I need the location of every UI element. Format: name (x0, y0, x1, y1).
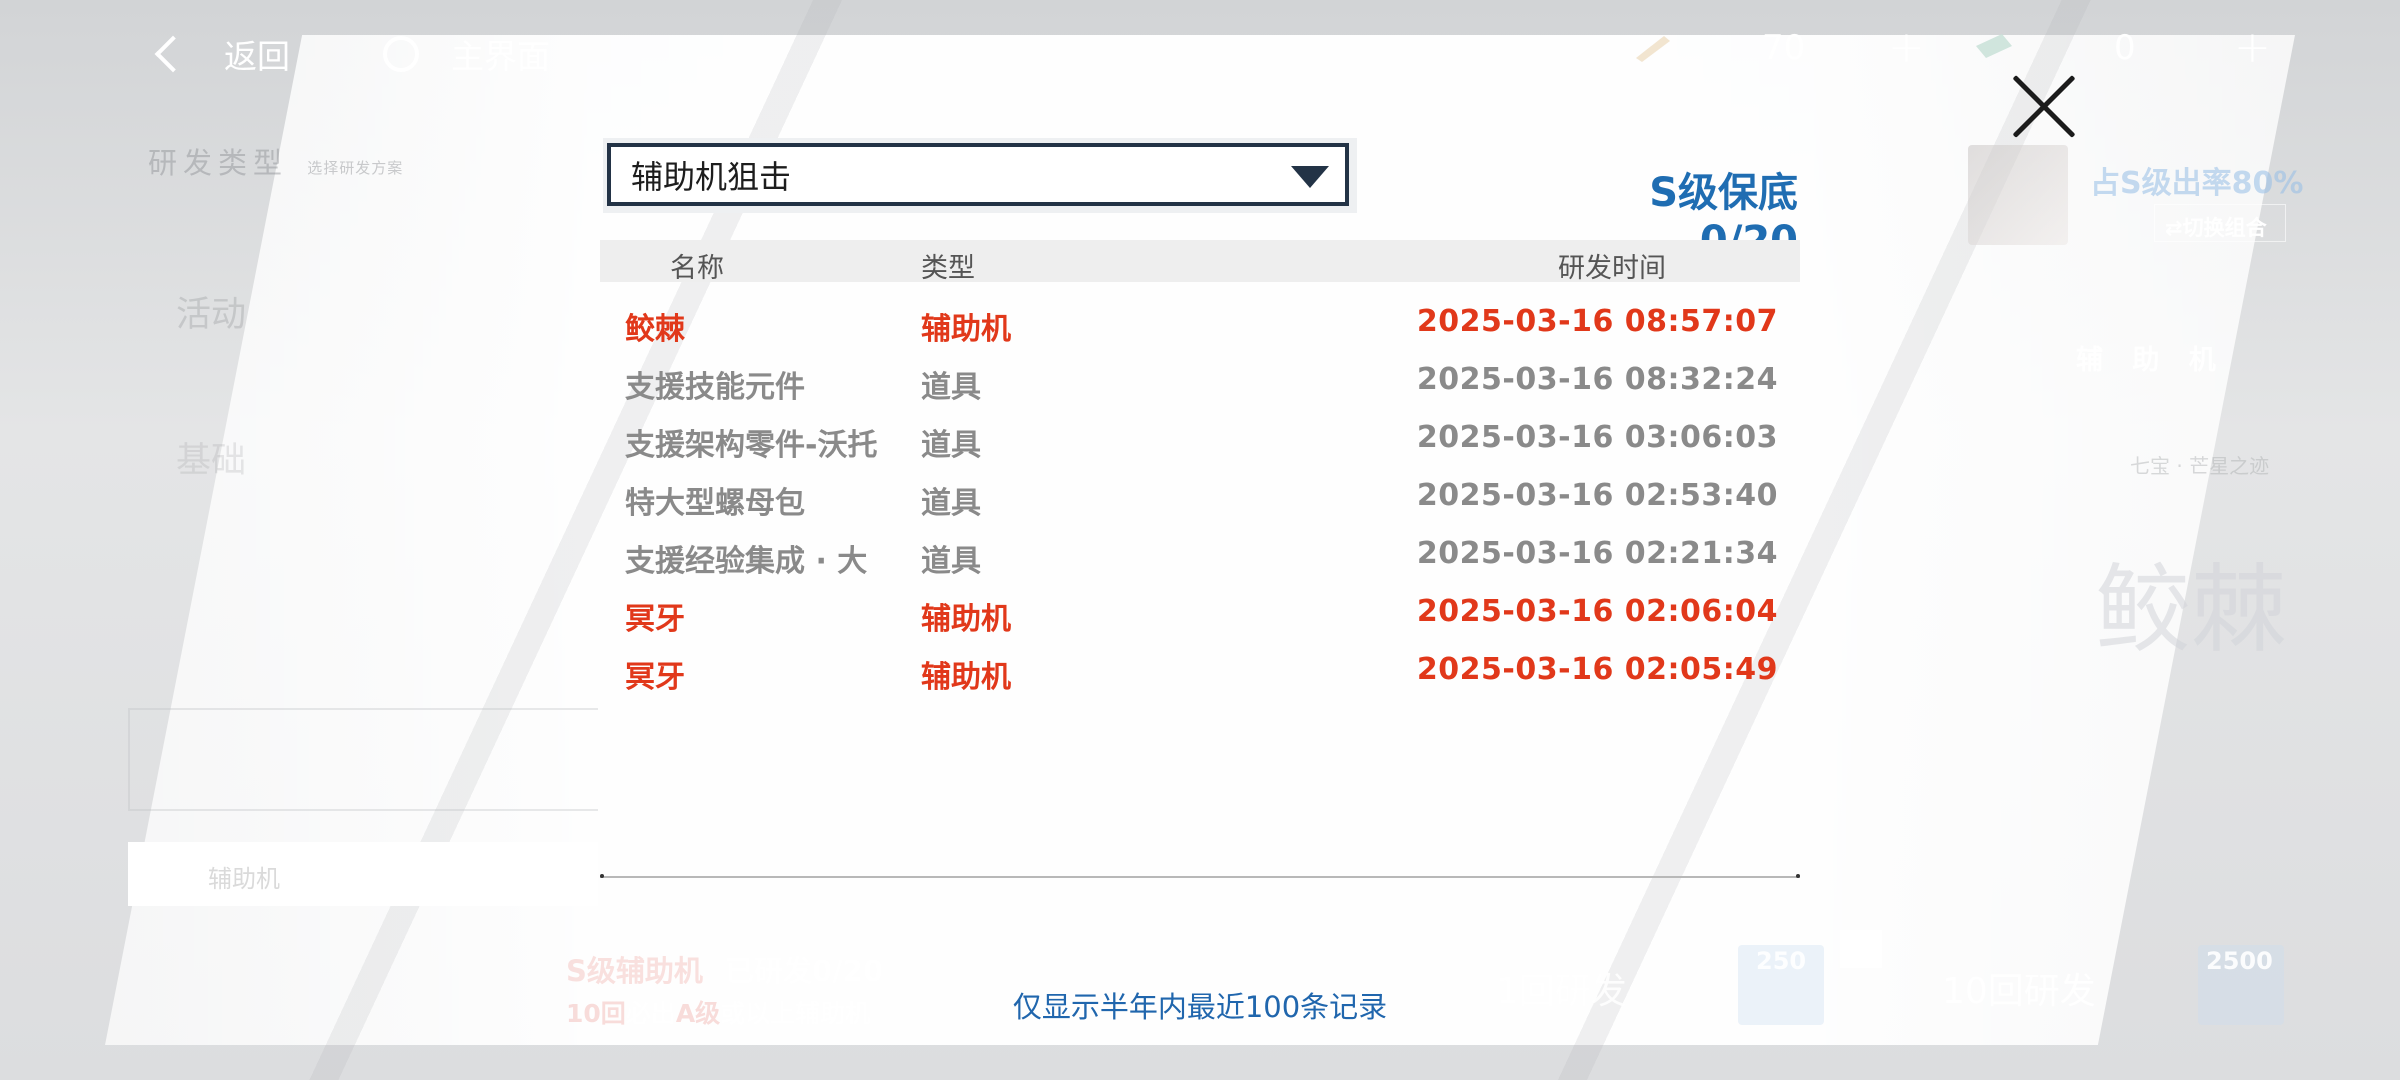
bg-switch-combo-button[interactable]: ⇄切换组合 (2154, 204, 2286, 242)
table-row: 冥牙 辅助机 2025-03-16 02:06:04 (600, 582, 1800, 640)
bg-character-thumbnail (1968, 145, 2068, 245)
back-label: 返回 (224, 37, 290, 76)
row-time: 2025-03-16 02:53:40 (1416, 478, 1778, 513)
column-name-header: 名称 (670, 253, 724, 284)
dropdown-value: 辅助机狙击 (631, 157, 792, 196)
bg-left-card (128, 708, 598, 811)
row-type: 辅助机 (921, 602, 1011, 637)
row-time: 2025-03-16 03:06:03 (1416, 420, 1778, 455)
close-icon[interactable] (2008, 72, 2078, 142)
bg-draw1-button[interactable]: 1回研发 (1496, 962, 1627, 1014)
bg-draw10-cost: 2500 (2198, 945, 2284, 1025)
table-row: 冥牙 辅助机 2025-03-16 02:05:49 (600, 640, 1800, 698)
row-name: 特大型螺母包 (625, 486, 805, 521)
bg-category-title: 研发类型 选择研发方案 (148, 146, 404, 180)
bg-white-block (1840, 930, 1882, 968)
table-row: 鲛棘 辅助机 2025-03-16 08:57:07 (600, 292, 1800, 350)
swap-icon: ⇄ (2165, 216, 2183, 240)
row-time: 2025-03-16 02:06:04 (1416, 594, 1778, 629)
row-type: 道具 (921, 544, 981, 579)
ticket-icon (1976, 34, 2012, 58)
table-row: 支援架构零件-沃托 道具 2025-03-16 03:06:03 (600, 408, 1800, 466)
resource1-add-button[interactable]: + (1888, 22, 1925, 73)
table-row: 特大型螺母包 道具 2025-03-16 02:53:40 (600, 466, 1800, 524)
row-time: 2025-03-16 08:32:24 (1416, 362, 1778, 397)
pool-select-dropdown[interactable]: 辅助机狙击 (607, 143, 1349, 206)
back-button[interactable]: 返回 (150, 30, 290, 78)
records-footnote: 仅显示半年内最近100条记录 (1012, 990, 1388, 1024)
home-label: 主界面 (451, 37, 550, 76)
bg-draw1-cost: 250 (1738, 945, 1824, 1025)
history-table-header: 名称 类型 研发时间 (600, 240, 1800, 284)
pen-icon (1636, 36, 1670, 62)
row-name: 冥牙 (625, 660, 685, 695)
bg-left-button[interactable]: 辅助机 (128, 842, 598, 906)
row-name: 鲛棘 (625, 312, 685, 347)
row-time: 2025-03-16 02:05:49 (1416, 652, 1778, 687)
row-name: 支援技能元件 (625, 370, 805, 405)
bg-right-subtitle: 七宝 · 芒星之迹 (2130, 454, 2270, 478)
chevron-left-icon (154, 35, 192, 73)
table-row: 支援技能元件 道具 2025-03-16 08:32:24 (600, 350, 1800, 408)
bg-support-chars: 辅 助 机 (2076, 345, 2226, 376)
row-type: 道具 (921, 370, 981, 405)
bg-left-button-label: 辅助机 (208, 865, 280, 893)
row-name: 支援经验集成 · 大 (625, 544, 868, 579)
row-type: 道具 (921, 486, 981, 521)
bg-draw10-button[interactable]: 10回研发 (1942, 962, 2096, 1014)
resource2-add-button[interactable]: + (2234, 22, 2271, 73)
row-name: 冥牙 (625, 602, 685, 637)
home-circle-icon (383, 36, 419, 72)
row-name: 支援架构零件-沃托 (625, 428, 878, 463)
column-time-header: 研发时间 (1558, 253, 1666, 284)
bg-rate-text: 占S级出率80% (2090, 166, 2304, 201)
column-type-header: 类型 (921, 253, 975, 284)
home-button[interactable]: 主界面 (383, 30, 550, 78)
bg-big-name: 鲛棘 (2095, 554, 2287, 666)
table-divider (600, 874, 1800, 878)
resource2-value: 0 (2114, 28, 2136, 68)
bg-tab-event[interactable]: 活动 (176, 286, 246, 337)
bg-pity-line2: 10回必出A级或以上辅助机 (566, 999, 871, 1028)
bg-pity-line1: S级辅助机 已研发0/20 (566, 954, 884, 988)
table-row: 支援经验集成 · 大 道具 2025-03-16 02:21:34 (600, 524, 1800, 582)
caret-down-icon (1291, 166, 1329, 188)
bg-tab-basic[interactable]: 基础 (176, 432, 246, 483)
row-type: 辅助机 (921, 660, 1011, 695)
row-type: 道具 (921, 428, 981, 463)
row-time: 2025-03-16 02:21:34 (1416, 536, 1778, 571)
row-type: 辅助机 (921, 312, 1011, 347)
row-time: 2025-03-16 08:57:07 (1416, 304, 1778, 339)
resource1-value: 70 (1762, 28, 1806, 68)
